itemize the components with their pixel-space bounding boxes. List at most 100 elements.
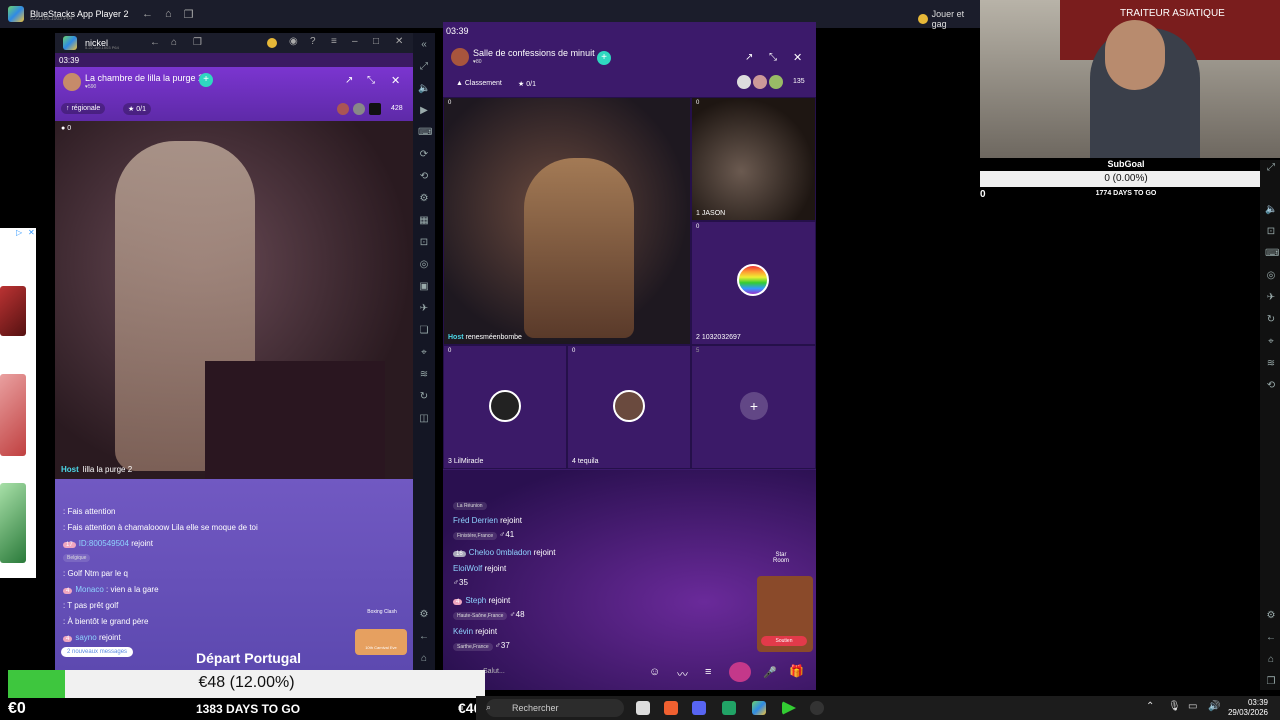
feed-user[interactable]: Kévin [453,627,473,636]
viewer-avatar[interactable] [353,103,365,115]
home-icon[interactable]: ⌂ [171,37,177,48]
chat-feed[interactable]: : Fais attention : Fais attention à cham… [55,479,413,670]
sync-icon[interactable]: ⟲ [418,171,430,183]
volume-icon[interactable]: 🔈 [418,83,430,95]
gift-icon[interactable]: 🎁 [789,664,804,678]
settings-icon[interactable]: ⚙ [418,609,430,621]
feed-user[interactable]: Steph [465,596,486,605]
host-seat[interactable]: 0 Host renesméenbombe [443,97,691,345]
close-room-icon[interactable]: ✕ [391,74,400,87]
eco-icon[interactable]: ↻ [1265,314,1277,326]
viewer-avatar[interactable] [769,75,783,89]
help-icon[interactable]: ? [310,36,316,47]
excel-icon[interactable] [722,701,736,715]
play-icon[interactable]: ▶ [418,105,430,117]
chat-user[interactable]: Monaco [75,585,103,594]
speaker-icon[interactable]: 🔊 [1208,701,1220,712]
volume-icon[interactable]: 🔈 [1265,204,1277,216]
follow-plus-icon[interactable]: + [597,51,611,65]
seat-1[interactable]: 0 1 JASON [691,97,816,221]
airplane-icon[interactable]: ✈ [1265,292,1277,304]
network-icon[interactable]: ▭ [1188,701,1197,712]
tray-chevron-icon[interactable]: ⌃ [1146,701,1154,712]
seat-avatar[interactable] [489,390,521,422]
seat-user[interactable]: 1032032697 [702,334,741,341]
back-icon[interactable]: ← [1265,632,1277,644]
coin-icon[interactable] [267,38,277,48]
task-view-icon[interactable] [636,701,650,715]
expand-icon[interactable]: ⤢ [1265,162,1277,174]
home-icon[interactable]: ⌂ [1265,654,1277,666]
support-button[interactable]: Soutien [761,636,807,646]
feed-user[interactable]: Cheloo 0mbladon [469,548,532,557]
audio-icon[interactable]: 〰 [677,666,688,682]
airplane-icon[interactable]: ✈ [418,303,430,315]
share-icon[interactable]: ↗ [745,52,753,63]
multi-window-icon[interactable]: ◫ [418,413,430,425]
viewer-count[interactable]: 135 [793,78,805,85]
viewer-avatar[interactable] [369,103,381,115]
back-icon[interactable]: ← [150,37,160,48]
settings-icon[interactable]: ⚙ [1265,610,1277,622]
chat-user[interactable]: sayno [75,633,96,642]
media-icon[interactable]: ▣ [418,281,430,293]
menu-icon[interactable]: ≡ [705,666,711,678]
mic-icon[interactable]: 🎤 [763,666,777,679]
mic-icon[interactable]: 🎙 [1168,701,1181,712]
ad-product-image[interactable] [0,286,26,336]
seat-2[interactable]: 0 2 1032032697 [691,221,816,345]
regional-rank-chip[interactable]: ↑ régionale [61,103,106,114]
play-store-icon[interactable] [782,701,796,715]
share-icon[interactable]: ↗ [345,75,353,86]
chat-user[interactable]: ID:800549504 [79,539,129,548]
ad-product-image[interactable] [0,483,26,563]
account-icon[interactable]: ◉ [289,36,298,47]
minimize-room-icon[interactable]: ⤡ [367,75,375,86]
seat-avatar[interactable] [737,264,769,296]
record-icon[interactable]: ◎ [418,259,430,271]
viewer-avatar[interactable] [737,75,751,89]
discord-icon[interactable] [692,701,706,715]
layers-icon[interactable]: ≋ [1265,358,1277,370]
seat-3[interactable]: 0 3 LilMiracle [443,345,567,469]
seat-user[interactable]: tequila [578,458,599,465]
home-icon[interactable]: ⌂ [165,8,172,21]
menu-icon[interactable]: ≡ [331,36,337,47]
host-name[interactable]: lilla la purge 2 [83,465,132,474]
room-avatar[interactable] [451,48,469,66]
ad-choices-icon[interactable]: ▷ [16,228,22,237]
back-icon[interactable]: ← [418,631,430,643]
screenshot-icon[interactable]: ⊡ [1265,226,1277,238]
apk-icon[interactable]: ▦ [418,215,430,227]
minimize-room-icon[interactable]: ⤡ [769,52,777,63]
windows-icon[interactable]: ❐ [193,37,202,48]
add-seat-icon[interactable]: + [740,392,768,420]
minimize-icon[interactable]: – [352,36,358,47]
ad-product-image[interactable] [0,374,26,456]
instances-icon[interactable]: ❏ [418,325,430,337]
windows-icon[interactable]: ❐ [184,8,194,21]
close-room-icon[interactable]: ✕ [793,51,802,64]
feed-user[interactable]: Fréd Derrien [453,516,498,525]
rotate-icon[interactable]: ⟳ [418,149,430,161]
ranking-chip[interactable]: ▲ Classement [451,78,507,89]
taskbar-clock[interactable]: 03:39 29/03/2026 [1228,698,1268,718]
viewer-avatar[interactable] [753,75,767,89]
maximize-icon[interactable]: □ [373,36,379,47]
seat-4[interactable]: 0 4 tequila [567,345,691,469]
seat-user[interactable]: JASON [702,210,725,217]
boxing-clash-badge[interactable]: Boxing Clash [367,609,397,615]
task-chip[interactable]: ★ 0/1 [513,78,541,90]
host-video[interactable]: ● 0 [55,121,413,481]
location-icon[interactable]: ⌖ [418,347,430,359]
star-room-label[interactable]: Star Room [769,552,793,564]
viewer-avatar[interactable] [337,103,349,115]
layers-icon[interactable]: ≋ [418,369,430,381]
boxing-icon[interactable] [729,662,751,682]
play-and-earn-button[interactable]: Jouer et gag [918,9,980,29]
obs-icon[interactable] [810,701,824,715]
host-name[interactable]: renesméenbombe [466,334,522,341]
viewer-count[interactable]: 428 [391,105,403,112]
room-avatar[interactable] [63,73,81,91]
activity-feed[interactable]: La Réunion Fréd Derrien rejoint Finistèr… [443,470,816,690]
